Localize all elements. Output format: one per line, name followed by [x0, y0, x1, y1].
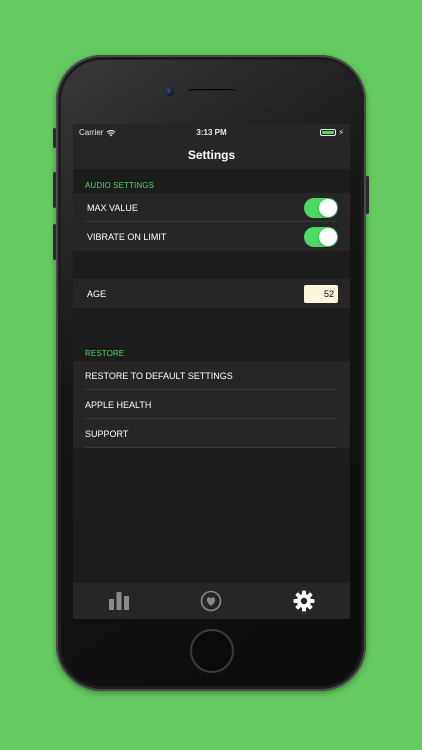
navigation-bar: Settings [73, 141, 350, 169]
max-value-label: MAX VALUE [87, 202, 138, 213]
restore-header: RESTORE [85, 349, 125, 358]
heart-icon [201, 590, 222, 612]
apple-health-row[interactable]: APPLE HEALTH [73, 390, 350, 419]
mute-switch [53, 128, 56, 148]
tab-settings[interactable] [284, 583, 324, 619]
row-separator [85, 447, 338, 448]
support-row[interactable]: SUPPORT [73, 419, 350, 448]
volume-down-button [53, 224, 56, 260]
charging-bolt-icon: ⚡ [338, 128, 344, 137]
vibrate-on-limit-label: VIBRATE ON LIMIT [87, 231, 167, 242]
status-left: Carrier [79, 128, 116, 137]
home-button[interactable] [190, 629, 234, 673]
app-screen: Carrier 3:13 PM ⚡ Settings AUDIO SETTING… [73, 124, 350, 619]
age-label: AGE [87, 288, 107, 299]
battery-indicator: ⚡ [320, 128, 344, 137]
bar-chart-icon [109, 592, 130, 610]
audio-settings-header: AUDIO SETTINGS [85, 181, 154, 190]
battery-icon [320, 129, 337, 136]
carrier-label: Carrier [79, 128, 104, 137]
restore-default-row[interactable]: RESTORE TO DEFAULT SETTINGS [73, 361, 350, 390]
status-bar: Carrier 3:13 PM ⚡ [73, 124, 350, 141]
wifi-icon [107, 129, 116, 136]
page-title: Settings [187, 148, 236, 162]
battery-fill [322, 131, 335, 134]
earpiece-speaker [189, 89, 235, 93]
max-value-toggle[interactable] [304, 197, 338, 218]
volume-up-button [53, 172, 56, 208]
age-row: AGE 52 [73, 279, 350, 308]
power-button [366, 176, 369, 214]
age-input[interactable]: 52 [304, 284, 338, 303]
tab-health[interactable] [191, 583, 231, 619]
settings-list: AUDIO SETTINGS MAX VALUE VIBRATE ON LIMI… [73, 169, 350, 448]
max-value-row[interactable]: MAX VALUE [73, 193, 350, 222]
support-label: SUPPORT [85, 428, 129, 439]
tab-statistics[interactable] [99, 583, 139, 619]
gear-icon [293, 590, 315, 612]
front-camera [165, 87, 174, 96]
apple-health-label: APPLE HEALTH [85, 399, 152, 410]
tab-bar [73, 583, 350, 619]
vibrate-on-limit-row[interactable]: VIBRATE ON LIMIT [73, 222, 350, 251]
restore-default-label: RESTORE TO DEFAULT SETTINGS [85, 370, 233, 381]
vibrate-on-limit-toggle[interactable] [304, 226, 338, 247]
